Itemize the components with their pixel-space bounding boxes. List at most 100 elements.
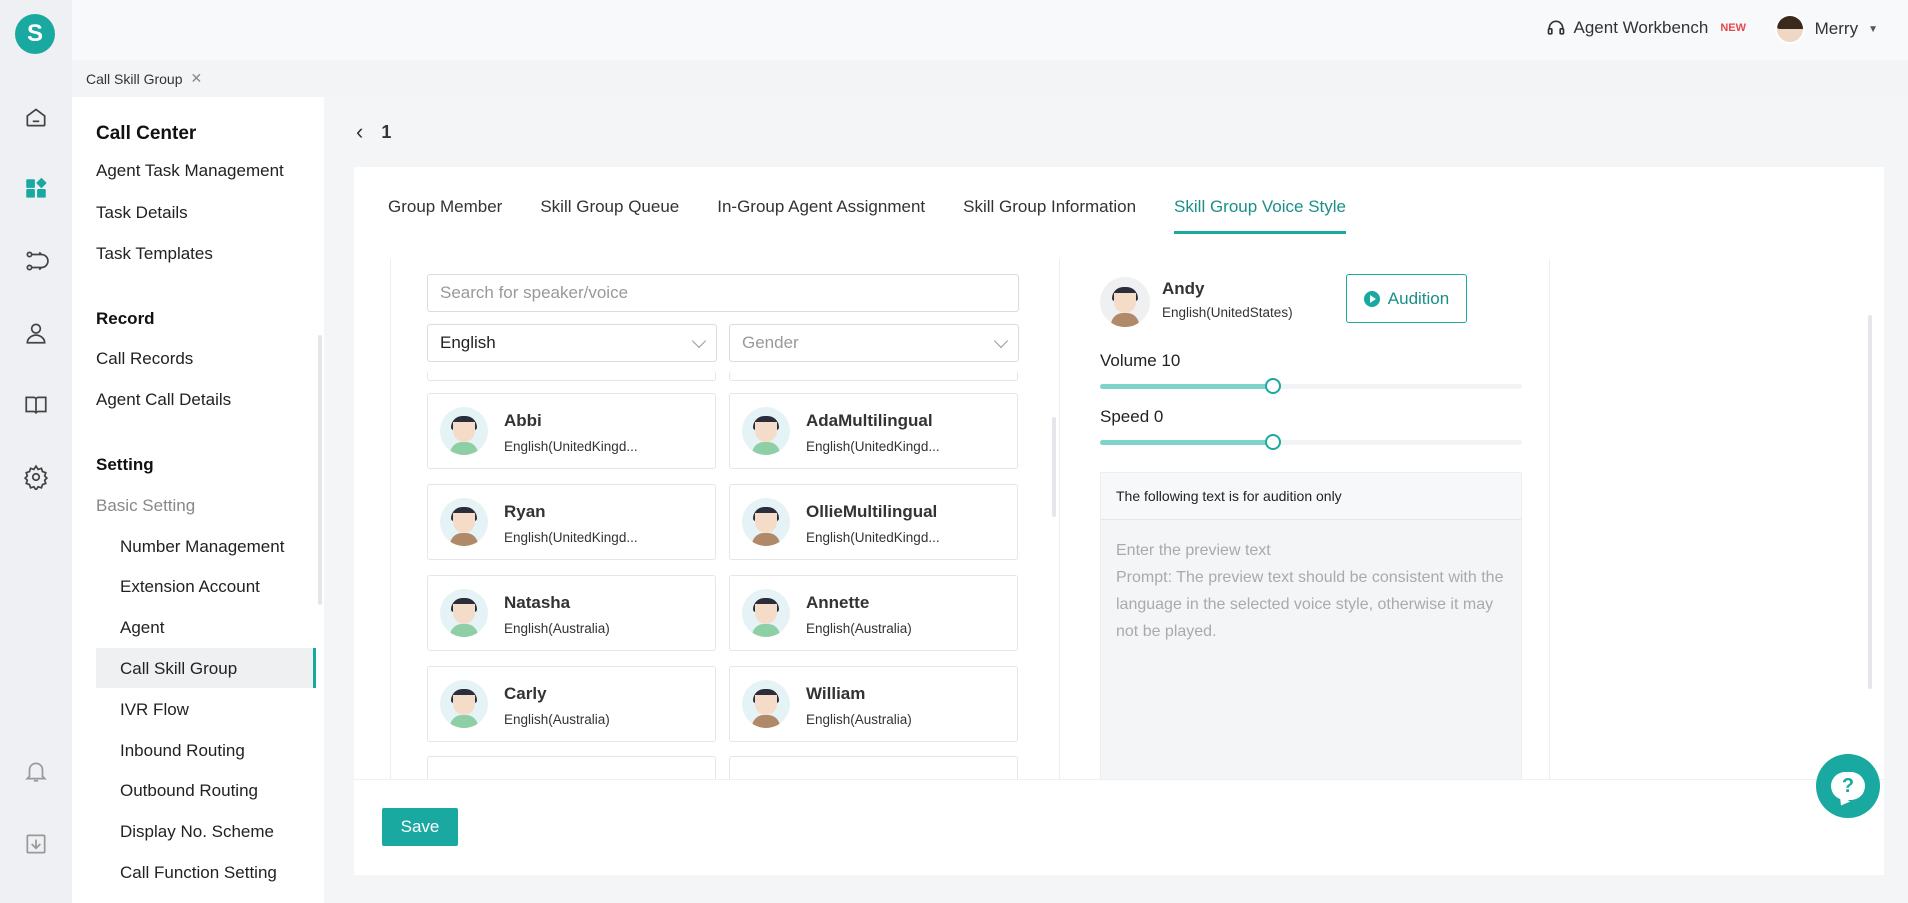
home-icon[interactable]	[22, 103, 50, 131]
flow-icon[interactable]	[22, 247, 50, 275]
tab-skill-group-voice-style[interactable]: Skill Group Voice Style	[1174, 197, 1347, 234]
book-icon[interactable]	[22, 391, 50, 419]
chevron-down-icon	[691, 333, 707, 348]
audition-label: Audition	[1387, 288, 1450, 308]
menu-item-call-skill-group[interactable]: Call Skill Group	[120, 659, 237, 679]
tab-skill-group-information[interactable]: Skill Group Information	[963, 197, 1136, 234]
menu-group-basic-setting[interactable]: Basic Setting	[96, 496, 195, 516]
tab-skill-group-queue[interactable]: Skill Group Queue	[540, 197, 679, 234]
voice-language: English(Australia)	[806, 712, 912, 727]
save-button[interactable]: Save	[382, 808, 458, 846]
page-tab-label: Call Skill Group	[86, 70, 183, 87]
app-logo[interactable]: S	[15, 14, 55, 54]
list-item[interactable]	[729, 371, 1018, 381]
voice-name: AdaMultilingual	[806, 411, 933, 430]
agent-workbench-link[interactable]: Agent Workbench NEW	[1546, 18, 1746, 38]
close-icon[interactable]: ✕	[190, 70, 202, 87]
list-item[interactable]	[427, 756, 716, 779]
menu-item-ivr-flow[interactable]: IVR Flow	[120, 700, 189, 720]
skill-group-card: Group Member Skill Group Queue In-Group …	[354, 167, 1884, 779]
menu-item-number-management[interactable]: Number Management	[120, 537, 284, 557]
volume-slider-thumb[interactable]	[1265, 378, 1282, 394]
voice-name: OllieMultilingual	[806, 502, 938, 521]
search-input[interactable]: Search for speaker/voice	[427, 274, 1019, 312]
voice-list-scrollbar[interactable]	[1052, 417, 1056, 517]
workbench-label: Agent Workbench	[1573, 18, 1709, 37]
menu-item-inbound-routing[interactable]: Inbound Routing	[120, 741, 245, 761]
voice-list-panel: Search for speaker/voice English Gender …	[390, 259, 1060, 779]
user-menu[interactable]: Merry ▼	[1774, 14, 1878, 44]
voice-avatar	[742, 407, 790, 455]
menu-item-display-no-scheme[interactable]: Display No. Scheme	[120, 822, 274, 842]
voice-card-adamultilingual[interactable]: AdaMultilingual English(UnitedKingd...	[729, 393, 1018, 469]
voice-card-william[interactable]: William English(Australia)	[729, 666, 1018, 742]
page-tab-call-skill-group[interactable]: Call Skill Group ✕	[86, 70, 202, 87]
footer-bar: Save	[354, 779, 1884, 875]
back-arrow-icon[interactable]: ‹	[356, 119, 363, 145]
language-value: English	[440, 333, 496, 352]
apps-icon[interactable]	[22, 175, 50, 203]
volume-label: Volume 10	[1100, 351, 1181, 370]
settings-icon[interactable]	[22, 463, 50, 491]
voice-avatar	[742, 680, 790, 728]
voice-language: English(UnitedKingd...	[806, 439, 940, 454]
menu-item-extension-account[interactable]: Extension Account	[120, 577, 260, 597]
menu-item-outbound-routing[interactable]: Outbound Routing	[120, 781, 258, 801]
list-item[interactable]	[427, 371, 716, 381]
main-content: ‹ 1 Group Member Skill Group Queue In-Gr…	[324, 97, 1908, 903]
voice-avatar	[742, 589, 790, 637]
voice-avatar	[440, 407, 488, 455]
voice-language: English(Australia)	[504, 621, 610, 636]
voice-card-abbi[interactable]: Abbi English(UnitedKingd...	[427, 393, 716, 469]
avatar	[1774, 14, 1805, 44]
menu-item-call-records[interactable]: Call Records	[96, 349, 193, 369]
preview-body[interactable]: Enter the preview text Prompt: The previ…	[1101, 520, 1521, 662]
preview-header: The following text is for audition only	[1101, 473, 1521, 520]
voice-language: English(UnitedKingd...	[806, 530, 940, 545]
voice-name: Carly	[504, 684, 547, 703]
chevron-down-icon	[993, 333, 1009, 348]
menu-item-call-function-setting[interactable]: Call Function Setting	[120, 863, 277, 883]
menu-scrollbar[interactable]	[318, 335, 322, 605]
voice-avatar	[440, 589, 488, 637]
menu-item-task-templates[interactable]: Task Templates	[96, 244, 213, 264]
menu-section-setting: Setting	[96, 455, 154, 474]
menu-item-agent-call-details[interactable]: Agent Call Details	[96, 390, 231, 410]
audition-button[interactable]: Audition	[1346, 274, 1467, 323]
speed-label: Speed 0	[1100, 407, 1164, 426]
volume-slider-fill	[1100, 384, 1274, 389]
list-item[interactable]	[729, 756, 1018, 779]
agent-icon[interactable]	[22, 319, 50, 347]
speed-slider-thumb[interactable]	[1265, 434, 1282, 450]
voice-card-olliemultilingual[interactable]: OllieMultilingual English(UnitedKingd...	[729, 484, 1018, 560]
voice-card-carly[interactable]: Carly English(Australia)	[427, 666, 716, 742]
preview-text-area[interactable]: The following text is for audition only …	[1100, 472, 1522, 779]
tab-group-member[interactable]: Group Member	[388, 197, 502, 234]
gender-select[interactable]: Gender	[729, 324, 1019, 362]
speed-slider[interactable]	[1100, 434, 1522, 450]
menu-item-agent-task-management[interactable]: Agent Task Management	[96, 161, 284, 181]
voice-language: English(UnitedKingd...	[504, 439, 638, 454]
user-name: Merry	[1814, 19, 1859, 38]
tab-in-group-agent-assignment[interactable]: In-Group Agent Assignment	[717, 197, 925, 234]
language-select[interactable]: English	[427, 324, 717, 362]
caret-down-icon: ▼	[1868, 23, 1878, 35]
side-menu: Call Center Agent Task Management Task D…	[72, 97, 324, 903]
top-bar: Agent Workbench NEW Merry ▼	[72, 0, 1908, 60]
voice-avatar	[440, 498, 488, 546]
menu-title: Call Center	[96, 123, 197, 144]
download-icon[interactable]	[22, 830, 50, 858]
detail-scrollbar[interactable]	[1868, 315, 1872, 689]
voice-card-annette[interactable]: Annette English(Australia)	[729, 575, 1018, 651]
voice-language: English(Australia)	[806, 621, 912, 636]
menu-item-task-details[interactable]: Task Details	[96, 203, 188, 223]
volume-slider[interactable]	[1100, 378, 1522, 394]
page-tab-strip: Call Skill Group ✕	[72, 60, 1908, 97]
voice-card-natasha[interactable]: Natasha English(Australia)	[427, 575, 716, 651]
help-button[interactable]: ?	[1816, 754, 1880, 818]
gender-placeholder: Gender	[742, 333, 799, 352]
menu-item-agent[interactable]: Agent	[120, 618, 164, 638]
voice-name: William	[806, 684, 866, 703]
voice-card-ryan[interactable]: Ryan English(UnitedKingd...	[427, 484, 716, 560]
bell-icon[interactable]	[22, 757, 50, 785]
